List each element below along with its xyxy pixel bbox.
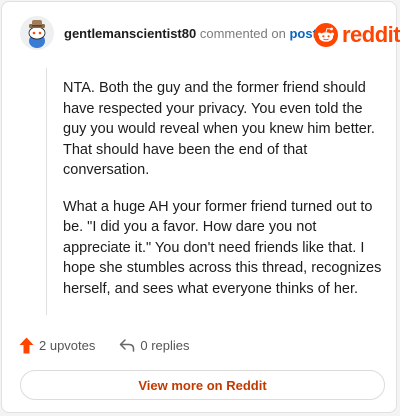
comment-actions: 2 upvotes 0 replies (19, 336, 190, 354)
reddit-logo[interactable]: reddit (314, 22, 400, 48)
reddit-snoo-icon (314, 23, 338, 47)
reddit-wordmark: reddit (342, 22, 400, 47)
comment-header: gentlemanscientist80 commented on post (64, 26, 317, 41)
comment-paragraph: What a huge AH your former friend turned… (63, 198, 382, 297)
avatar[interactable] (20, 16, 54, 50)
username-link[interactable]: gentlemanscientist80 (64, 26, 196, 41)
upvote-button[interactable]: 2 upvotes (19, 337, 95, 354)
post-link[interactable]: post (289, 26, 316, 41)
comment-body: NTA. Both the guy and the former friend … (63, 78, 385, 315)
snoo-avatar-icon (20, 16, 54, 50)
upvote-arrow-icon (19, 337, 34, 353)
thread-line (46, 68, 47, 315)
view-more-button[interactable]: View more on Reddit (20, 370, 385, 400)
upvote-count: 2 upvotes (39, 337, 96, 353)
commented-on-text: commented on (199, 26, 286, 41)
comment-embed-card: gentlemanscientist80 commented on post r… (1, 1, 400, 413)
replies-button[interactable]: 0 replies (119, 337, 190, 353)
replies-count: 0 replies (140, 337, 190, 353)
comment-paragraph: NTA. Both the guy and the former friend … (63, 80, 375, 178)
reply-arrow-icon (120, 339, 135, 352)
